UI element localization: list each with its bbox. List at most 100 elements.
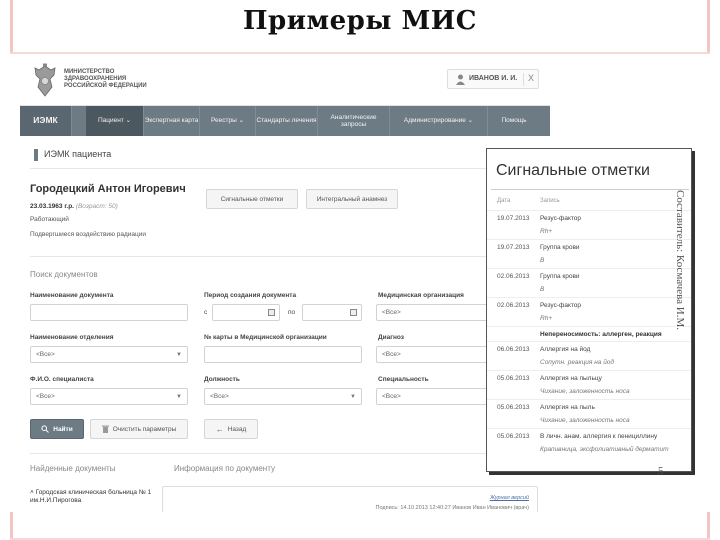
specialist-name-select[interactable]: <Все> ▼ — [30, 388, 188, 405]
signal-record: Аллергия на пыль — [540, 404, 595, 411]
calendar-icon[interactable] — [350, 309, 357, 316]
heading-accent — [34, 149, 38, 161]
specialty-select[interactable]: <Все> — [376, 388, 496, 405]
signal-date: 05.06.2013 — [497, 404, 530, 411]
clear-params-button[interactable]: Очистить параметры — [90, 419, 188, 439]
diagnosis-value: <Все> — [382, 351, 401, 358]
signal-row: 19.07.2013 Резус-фактор Rh+ — [487, 210, 691, 239]
signal-record: Группа крови — [540, 244, 580, 251]
org-select[interactable]: <Все> — [376, 304, 496, 321]
period-from-label: с — [204, 309, 208, 316]
back-button-label: Назад — [227, 425, 247, 433]
signature-line: Подпись: 14.10.2013 12:40:27 Иванов Иван… — [375, 505, 529, 511]
signal-date: 05.06.2013 — [497, 375, 530, 382]
calendar-icon[interactable] — [268, 309, 275, 316]
doc-info-title: Информация по документу — [174, 464, 275, 473]
nav-item-help[interactable]: Помощь — [488, 106, 540, 136]
date-to-input[interactable] — [302, 304, 362, 321]
position-label: Должность — [204, 376, 240, 383]
nav-item-administration[interactable]: Администрирование ⌄ — [390, 106, 488, 136]
doc-name-input[interactable] — [30, 304, 188, 321]
org-label: Медицинская организация — [378, 292, 464, 299]
page-number: 5 — [658, 465, 664, 477]
signal-value: Rh+ — [540, 228, 553, 235]
nav-item-standards[interactable]: Стандарты лечения — [256, 106, 318, 136]
tree-item-label: Городская клиническая больница № 1 им.Н.… — [30, 489, 152, 504]
divider — [30, 453, 540, 454]
signal-record: В личн. анам. аллергия к пенициллину — [540, 433, 658, 440]
position-select[interactable]: <Все> ▼ — [204, 388, 362, 405]
divider — [30, 256, 540, 257]
nav-item-patient[interactable]: Пациент ⌄ — [86, 106, 144, 136]
card-number-label: № карты в Медицинской организации — [204, 334, 327, 341]
signal-panel-title: Сигнальные отметки — [496, 162, 650, 179]
patient-dob: 23.03.1963 г.р. (Возраст: 50) — [30, 203, 118, 210]
signal-marks-panel: Сигнальные отметки Дата Запись 19.07.201… — [486, 148, 692, 472]
signal-value: Сопутн. реакция на йод — [540, 359, 615, 366]
user-menu[interactable]: ИВАНОВ И. И. X — [447, 69, 539, 89]
signal-record: Аллергия на пыльцу — [540, 375, 602, 382]
nav-item-expert-card[interactable]: Экспертная карта — [144, 106, 200, 136]
signal-record: Резус-фактор — [540, 302, 582, 309]
signal-panel-rule — [491, 189, 689, 190]
user-separator — [523, 73, 524, 86]
dept-label: Наименование отделения — [30, 334, 114, 341]
dept-value: <Все> — [36, 351, 55, 358]
ministry-name: МИНИСТЕРСТВО ЗДРАВООХРАНЕНИЯ РОССИЙСКОЙ … — [64, 69, 147, 89]
patient-exposure: Подвергшиеся воздействию радиации — [30, 231, 146, 238]
clear-params-label: Очистить параметры — [112, 425, 177, 433]
signal-marks-button[interactable]: Сигнальные отметки — [206, 189, 298, 209]
version-log-link[interactable]: Журнал версий — [490, 495, 529, 501]
card-number-input[interactable] — [204, 346, 362, 363]
signal-value: Rh+ — [540, 315, 553, 322]
find-button[interactable]: Найти — [30, 419, 84, 439]
chevron-down-icon: ▼ — [176, 394, 182, 400]
patient-status: Работающий — [30, 216, 69, 223]
signal-value: B — [540, 286, 545, 293]
col-date-header: Дата — [497, 198, 511, 204]
logout-close-icon[interactable]: X — [528, 73, 534, 83]
page-title: ИЭМК пациента — [44, 149, 112, 159]
nav-item-analytics[interactable]: Аналитические запросы — [318, 106, 390, 136]
signal-record: Резус-фактор — [540, 215, 582, 222]
slide-title: Примеры МИС — [243, 6, 477, 36]
period-label: Период создания документа — [204, 292, 297, 299]
main-navbar: ИЭМК Пациент ⌄ Экспертная карта Реестры … — [20, 106, 550, 136]
signal-row: 02.06.2013 Группа крови B — [487, 268, 691, 297]
coat-of-arms-icon — [34, 63, 56, 97]
back-button[interactable]: ← Назад — [204, 419, 258, 439]
diagnosis-label: Диагноз — [378, 334, 404, 341]
user-name: ИВАНОВ И. И. — [469, 75, 518, 82]
app-header: МИНИСТЕРСТВО ЗДРАВООХРАНЕНИЯ РОССИЙСКОЙ … — [20, 58, 550, 106]
specialty-value: <Все> — [382, 393, 401, 400]
signal-value: Чихание, заложенность носа — [540, 388, 630, 395]
period-to-label: по — [288, 309, 296, 316]
nav-item-registers[interactable]: Реестры ⌄ — [200, 106, 256, 136]
integral-anamnesis-button[interactable]: Интегральный анамнез — [306, 189, 398, 209]
arrow-left-icon: ← — [215, 424, 224, 434]
signal-date: 02.06.2013 — [497, 273, 530, 280]
signal-value: B — [540, 257, 545, 264]
signal-date: 19.07.2013 — [497, 215, 530, 222]
tree-item-hospital[interactable]: ˄ Городская клиническая больница № 1 им.… — [30, 489, 170, 505]
doc-info-panel: Журнал версий Подпись: 14.10.2013 12:40:… — [162, 486, 538, 512]
diagnosis-select[interactable]: <Все> — [376, 346, 496, 363]
specialist-name-label: Ф.И.О. специалиста — [30, 376, 94, 383]
nav-brand[interactable]: ИЭМК — [20, 106, 72, 136]
frame-line-bottom-right — [707, 512, 710, 540]
mis-screenshot: МИНИСТЕРСТВО ЗДРАВООХРАНЕНИЯ РОССИЙСКОЙ … — [20, 58, 550, 512]
signal-value: Крапивница, эксфолиативный дерматит — [540, 446, 669, 453]
patient-age: (Возраст: 50) — [75, 203, 118, 210]
signal-record: Группа крови — [540, 273, 580, 280]
date-from-input[interactable] — [212, 304, 280, 321]
search-icon — [41, 425, 50, 433]
org-value: <Все> — [382, 309, 401, 316]
signal-date: 02.06.2013 — [497, 302, 530, 309]
caret-up-icon: ˄ — [30, 489, 34, 496]
frame-line-bottom-left — [10, 512, 13, 540]
trash-icon — [101, 425, 109, 433]
frame-line-top — [10, 52, 710, 54]
dept-select[interactable]: <Все> ▼ — [30, 346, 188, 363]
chevron-down-icon: ▼ — [350, 394, 356, 400]
found-docs-title: Найденные документы — [30, 464, 116, 473]
